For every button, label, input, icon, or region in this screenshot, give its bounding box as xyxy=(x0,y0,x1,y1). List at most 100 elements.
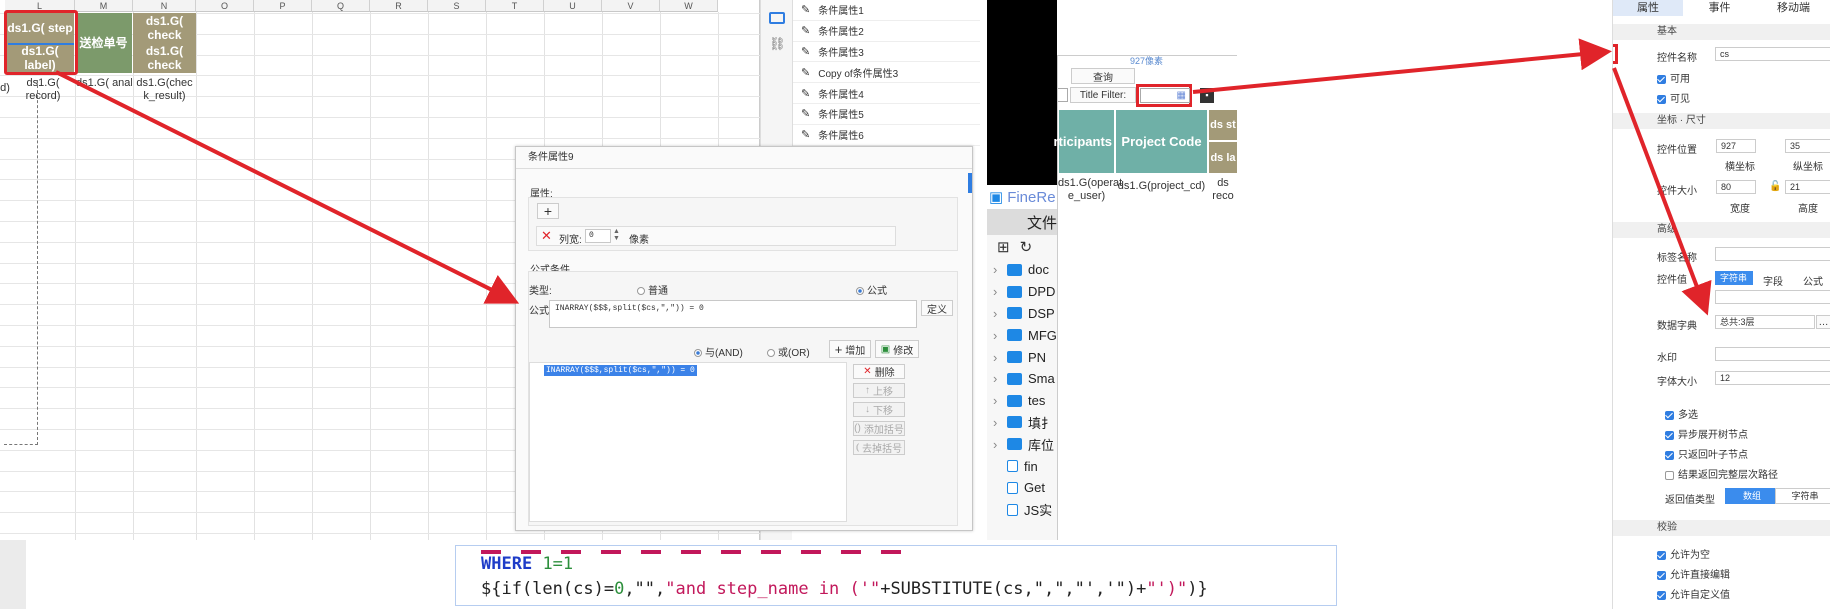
cell-attr-icon[interactable] xyxy=(769,12,785,24)
add-attr-button[interactable]: + xyxy=(537,203,559,219)
type-formula-radio[interactable]: 公式 xyxy=(856,282,887,297)
condition-item[interactable]: ✎ 条件属性6 xyxy=(793,125,980,146)
tab-events[interactable]: 事件 xyxy=(1683,0,1756,16)
file-tree-item[interactable]: › PN xyxy=(987,346,1057,368)
dialog-scrollbar[interactable] xyxy=(968,173,972,193)
file-tree-item[interactable]: › doc xyxy=(987,259,1057,281)
expand-chevron-icon[interactable]: › xyxy=(993,262,1001,277)
expand-chevron-icon[interactable]: › xyxy=(993,415,1001,430)
section-check[interactable]: 校验 xyxy=(1613,520,1830,536)
condition-item[interactable]: ✎ 条件属性2 xyxy=(793,21,980,42)
file-tree-item[interactable]: › tes xyxy=(987,390,1057,412)
fontsize-select[interactable]: 12 xyxy=(1715,371,1830,385)
return-type-array[interactable]: 数组 xyxy=(1725,488,1775,504)
return-type-string[interactable]: 字符串 xyxy=(1775,488,1830,504)
condition-item[interactable]: ✎ 条件属性1 xyxy=(793,0,980,21)
column-header[interactable]: Q xyxy=(312,0,370,12)
link-icon[interactable]: ⛓ xyxy=(769,37,786,50)
width-input[interactable]: 80 xyxy=(1716,180,1756,194)
condition-item[interactable]: ✎ 条件属性4 xyxy=(793,83,980,104)
tab-properties[interactable]: 属性 xyxy=(1613,0,1683,16)
define-button[interactable]: 定义 xyxy=(921,300,953,316)
allow-edit-checkbox[interactable]: 允许直接编辑 xyxy=(1657,566,1730,581)
enabled-checkbox[interactable]: 可用 xyxy=(1657,70,1690,85)
pos-y-input[interactable]: 35 xyxy=(1785,139,1830,153)
cell-side[interactable]: ds reco xyxy=(1208,177,1238,203)
file-tree-item[interactable]: › 填扌 xyxy=(987,412,1057,434)
full-path-checkbox[interactable]: 结果返回完整层次路径 xyxy=(1665,466,1778,481)
file-menu[interactable]: 文件 xyxy=(987,209,1057,235)
header-side-2[interactable]: ds la xyxy=(1208,141,1238,174)
visible-checkbox[interactable]: 可见 xyxy=(1657,90,1690,105)
header-project-code[interactable]: Project Code xyxy=(1115,109,1208,174)
condition-item[interactable]: ✎ Copy of条件属性3 xyxy=(793,62,980,84)
column-header[interactable]: N xyxy=(133,0,196,12)
refresh-icon[interactable]: ↻ xyxy=(1020,238,1033,256)
remove-bracket-button[interactable]: ⦅ 去掉括号 xyxy=(853,440,905,455)
delete-button[interactable]: ✕ 删除 xyxy=(853,364,905,379)
column-header[interactable]: W xyxy=(660,0,718,12)
tag-input[interactable] xyxy=(1715,247,1830,261)
expand-chevron-icon[interactable]: › xyxy=(993,284,1001,299)
and-radio[interactable]: 与(AND) xyxy=(694,344,743,359)
formula-input[interactable]: INARRAY($$$,split($cs,",")) = 0 xyxy=(549,300,917,328)
column-header[interactable]: M xyxy=(75,0,133,12)
column-header[interactable]: T xyxy=(486,0,544,12)
file-tree-item[interactable]: › DSP xyxy=(987,303,1057,325)
file-tree-item[interactable]: JS实 xyxy=(987,499,1057,521)
section-advanced[interactable]: 高级 xyxy=(1613,222,1830,238)
value-input[interactable] xyxy=(1715,290,1830,304)
allow-empty-checkbox[interactable]: 允许为空 xyxy=(1657,546,1710,561)
pos-x-input[interactable]: 927 xyxy=(1716,139,1756,153)
tab-mobile[interactable]: 移动端 xyxy=(1756,0,1830,16)
calendar-icon[interactable]: ▦ xyxy=(1177,90,1186,101)
file-tree-item[interactable]: › MFG xyxy=(987,324,1057,346)
multi-checkbox[interactable]: 多选 xyxy=(1665,406,1698,421)
cell-operate-user[interactable]: ds1.G(operat e_user) xyxy=(1058,177,1122,203)
value-tab-formula[interactable]: 公式 xyxy=(1803,273,1823,288)
condition-item[interactable]: INARRAY($$$,split($cs,",")) = 0 xyxy=(544,365,697,376)
expand-chevron-icon[interactable]: › xyxy=(993,328,1001,343)
cell-check-1[interactable]: ds1.G( check xyxy=(133,13,196,43)
file-tree-item[interactable]: Get xyxy=(987,477,1057,499)
widget-handle-icon[interactable]: ▪ xyxy=(1200,88,1214,103)
expand-chevron-icon[interactable]: › xyxy=(993,371,1001,386)
file-tree-item[interactable]: fin xyxy=(987,455,1057,477)
expand-chevron-icon[interactable]: › xyxy=(993,350,1001,365)
add-condition-button[interactable]: + 增加 xyxy=(829,340,871,358)
allow-custom-checkbox[interactable]: 允许自定义值 xyxy=(1657,586,1730,601)
cell-check-2[interactable]: ds1.G( check xyxy=(133,43,196,73)
col-width-input[interactable]: 0 xyxy=(585,229,611,243)
condition-item[interactable]: ✎ 条件属性3 xyxy=(793,42,980,63)
file-tree-item[interactable]: › DPD xyxy=(987,281,1057,303)
or-radio[interactable]: 或(OR) xyxy=(767,344,810,359)
modify-button[interactable]: ▣ 修改 xyxy=(875,340,919,358)
section-position[interactable]: 坐标 · 尺寸 xyxy=(1613,113,1830,129)
expand-chevron-icon[interactable]: › xyxy=(993,437,1001,452)
cell-check-result[interactable]: ds1.G(chec k_result) xyxy=(133,77,196,103)
column-header[interactable]: V xyxy=(602,0,660,12)
watermark-input[interactable] xyxy=(1715,347,1830,361)
title-filter-input[interactable]: ▦ xyxy=(1140,88,1190,103)
section-basic[interactable]: 基本 xyxy=(1613,24,1830,40)
file-tree-item[interactable]: › 库位 xyxy=(987,433,1057,455)
dict-input[interactable]: 总共:3层 xyxy=(1715,315,1815,329)
new-folder-icon[interactable]: ⊞ xyxy=(997,238,1010,256)
column-header[interactable]: O xyxy=(196,0,254,12)
value-tab-string[interactable]: 字符串 xyxy=(1715,271,1753,285)
column-header[interactable]: R xyxy=(370,0,428,12)
cell-send-no[interactable]: 送检单号 xyxy=(75,13,132,73)
stepper-icon[interactable]: ▲ ▼ xyxy=(613,228,620,242)
column-header[interactable]: P xyxy=(254,0,312,12)
column-header[interactable]: S xyxy=(428,0,486,12)
expand-chevron-icon[interactable]: › xyxy=(993,306,1001,321)
move-down-button[interactable]: ↓ 下移 xyxy=(853,402,905,417)
add-bracket-button[interactable]: () 添加括号 xyxy=(853,421,905,436)
header-participants[interactable]: rticipants xyxy=(1053,109,1115,174)
condition-item[interactable]: ✎ 条件属性5 xyxy=(793,104,980,125)
remove-icon[interactable]: ✕ xyxy=(541,228,552,244)
value-tab-field[interactable]: 字段 xyxy=(1763,273,1783,288)
condition-list-box[interactable]: INARRAY($$$,split($cs,",")) = 0 xyxy=(529,362,847,522)
lock-icon[interactable]: 🔓 xyxy=(1769,181,1781,192)
header-side-1[interactable]: ds st xyxy=(1208,109,1238,141)
